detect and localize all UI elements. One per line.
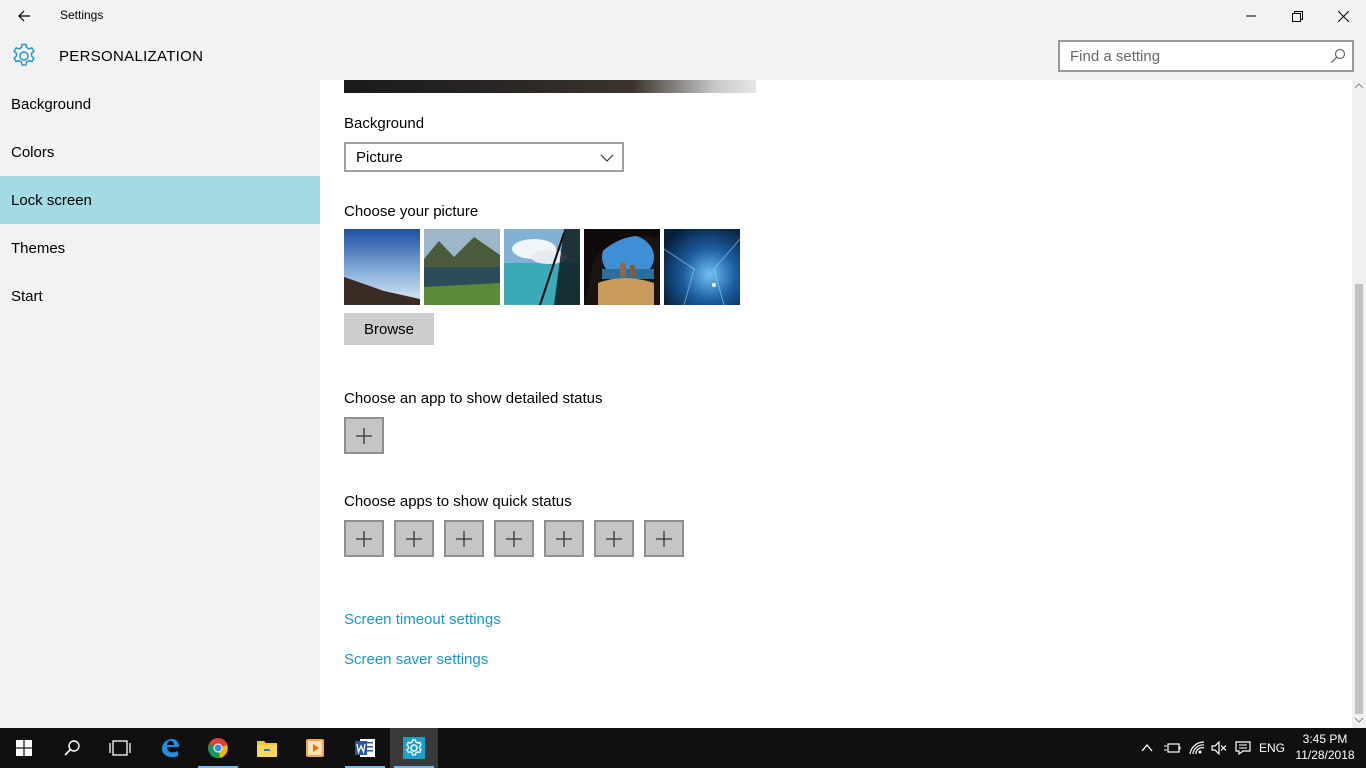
plus-icon xyxy=(406,530,422,547)
clock-time: 3:45 PM xyxy=(1302,732,1348,746)
picture-thumbnail-3[interactable] xyxy=(504,229,580,305)
taskbar: ENG 3:45 PM 11/28/2018 xyxy=(0,728,1366,768)
picture-thumbnail-1[interactable] xyxy=(344,229,420,305)
window-title: Settings xyxy=(60,8,104,22)
sidebar-item-label: Background xyxy=(11,95,92,113)
sidebar-item-label: Start xyxy=(11,287,43,305)
power-tray-button[interactable] xyxy=(1160,728,1184,768)
task-view-button[interactable] xyxy=(96,728,144,768)
start-button[interactable] xyxy=(0,728,48,768)
background-label: Background xyxy=(344,115,425,132)
sidebar-item-colors[interactable]: Colors xyxy=(0,128,320,176)
taskbar-edge[interactable] xyxy=(146,728,194,768)
notification-icon xyxy=(1235,741,1251,755)
back-button[interactable] xyxy=(8,0,40,32)
sidebar-item-label: Themes xyxy=(11,239,66,257)
scroll-up-icon[interactable] xyxy=(1354,82,1364,90)
choose-picture-label: Choose your picture xyxy=(344,203,479,220)
quick-status-label: Choose apps to show quick status xyxy=(344,493,572,510)
chrome-icon xyxy=(208,738,228,759)
network-tray-button[interactable] xyxy=(1186,728,1208,768)
taskbar-file-explorer[interactable] xyxy=(243,728,291,768)
screen-timeout-link[interactable]: Screen timeout settings xyxy=(344,611,501,628)
media-player-icon xyxy=(306,739,324,757)
search-icon[interactable] xyxy=(1330,48,1346,64)
battery-plug-icon xyxy=(1164,743,1181,753)
plus-icon xyxy=(356,530,372,547)
detailed-status-label: Choose an app to show detailed status xyxy=(344,390,603,407)
browse-button[interactable]: Browse xyxy=(344,313,434,345)
clock-date: 11/28/2018 xyxy=(1295,748,1355,762)
title-bar: Settings xyxy=(0,0,1366,32)
minimize-icon xyxy=(1246,15,1256,17)
picture-thumbnails xyxy=(344,229,744,305)
sidebar-item-label: Colors xyxy=(11,143,55,161)
volume-mute-icon xyxy=(1211,741,1227,755)
quick-status-app-button-7[interactable] xyxy=(644,520,684,557)
settings-icon xyxy=(403,737,425,759)
chevron-down-icon xyxy=(600,154,614,162)
sidebar-item-themes[interactable]: Themes xyxy=(0,224,320,272)
plus-icon xyxy=(606,530,622,547)
sidebar-item-label: Lock screen xyxy=(11,191,92,209)
show-hidden-icons-button[interactable] xyxy=(1138,728,1156,768)
gear-icon xyxy=(13,43,35,66)
plus-icon xyxy=(656,530,672,547)
quick-status-app-button-6[interactable] xyxy=(594,520,634,557)
close-button[interactable] xyxy=(1320,0,1366,32)
search-icon xyxy=(64,740,80,756)
taskbar-word[interactable] xyxy=(341,728,389,768)
sidebar: Background Colors Lock screen Themes Sta… xyxy=(0,80,320,728)
task-view-icon xyxy=(109,740,131,756)
lock-screen-preview xyxy=(344,80,756,93)
detailed-status-app-button[interactable] xyxy=(344,417,384,454)
file-explorer-icon xyxy=(257,741,277,757)
action-center-button[interactable] xyxy=(1232,728,1254,768)
scrollbar-thumb[interactable] xyxy=(1355,284,1363,714)
restore-icon xyxy=(1291,10,1303,22)
main-content: Background Picture Choose your picture B… xyxy=(320,80,1352,728)
sidebar-item-lock-screen[interactable]: Lock screen xyxy=(0,176,320,224)
sidebar-item-start[interactable]: Start xyxy=(0,272,320,320)
vertical-scrollbar[interactable] xyxy=(1352,80,1366,728)
quick-status-app-button-3[interactable] xyxy=(444,520,484,557)
search-input[interactable] xyxy=(1060,42,1320,70)
picture-thumbnail-4[interactable] xyxy=(584,229,660,305)
minimize-button[interactable] xyxy=(1228,0,1274,32)
taskbar-search-button[interactable] xyxy=(48,728,96,768)
picture-thumbnail-2[interactable] xyxy=(424,229,500,305)
volume-tray-button[interactable] xyxy=(1208,728,1230,768)
close-icon xyxy=(1337,10,1349,22)
language-indicator[interactable]: ENG xyxy=(1259,741,1285,755)
sidebar-item-background[interactable]: Background xyxy=(0,80,320,128)
back-arrow-icon xyxy=(18,10,30,22)
page-title: PERSONALIZATION xyxy=(59,48,204,65)
background-dropdown[interactable]: Picture xyxy=(344,142,624,172)
wifi-icon xyxy=(1189,741,1205,755)
taskbar-settings[interactable] xyxy=(390,728,438,768)
clock[interactable]: 3:45 PM 11/28/2018 xyxy=(1290,731,1360,763)
taskbar-chrome[interactable] xyxy=(194,728,242,768)
plus-icon xyxy=(556,530,572,547)
plus-icon xyxy=(456,530,472,547)
scroll-down-icon[interactable] xyxy=(1354,716,1364,724)
chevron-up-icon xyxy=(1141,744,1153,752)
picture-thumbnail-5[interactable] xyxy=(664,229,740,305)
edge-icon xyxy=(162,739,179,758)
quick-status-app-button-5[interactable] xyxy=(544,520,584,557)
settings-header: PERSONALIZATION xyxy=(0,32,1366,80)
search-box[interactable] xyxy=(1058,40,1354,72)
quick-status-app-button-4[interactable] xyxy=(494,520,534,557)
windows-start-icon xyxy=(16,740,32,756)
taskbar-media-player[interactable] xyxy=(291,728,339,768)
plus-icon xyxy=(356,427,372,444)
plus-icon xyxy=(506,530,522,547)
dropdown-value: Picture xyxy=(356,149,403,166)
restore-button[interactable] xyxy=(1274,0,1320,32)
quick-status-app-button-2[interactable] xyxy=(394,520,434,557)
screen-saver-link[interactable]: Screen saver settings xyxy=(344,651,488,668)
quick-status-app-button-1[interactable] xyxy=(344,520,384,557)
word-icon xyxy=(355,739,375,757)
